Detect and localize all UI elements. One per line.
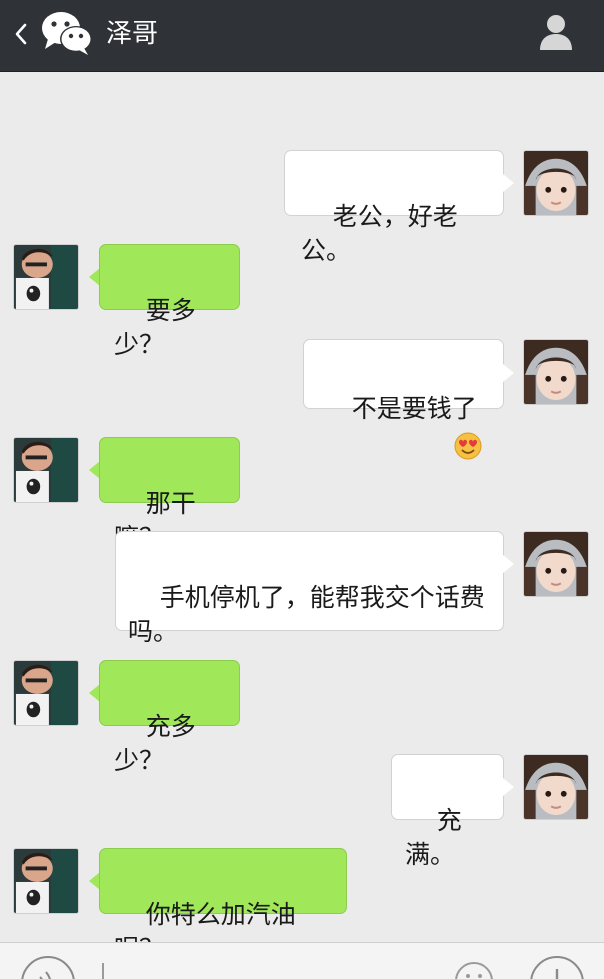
chat-screen: 泽哥 老公，好老公。 要多少？ 不是要钱了 那干 手机停机了，能帮我交个话费 吗… (0, 0, 604, 979)
message-text: 要多少？ (114, 296, 196, 359)
input-cursor[interactable] (102, 963, 104, 979)
avatar-contact[interactable] (13, 660, 79, 726)
bubble-tail (503, 778, 514, 796)
message-bubble-left[interactable]: 要多少？ (99, 244, 240, 359)
message-bubble-right[interactable]: 不是要钱了 (303, 339, 504, 460)
message-bubble-right[interactable]: 老公，好老公。 (284, 150, 504, 265)
back-chevron-icon[interactable] (10, 12, 32, 56)
input-bar (0, 942, 604, 979)
chat-title: 泽哥 (106, 19, 159, 49)
message-text: 手机停机了，能帮我交个话费 吗。 (128, 583, 485, 646)
wechat-logo-icon (40, 9, 94, 57)
avatar-self[interactable] (523, 150, 589, 216)
message-bubble-left[interactable]: 那干嘛？ (99, 437, 240, 552)
bubble-tail (503, 174, 514, 192)
plus-more-icon[interactable] (529, 955, 585, 979)
message-text: 充多少？ (114, 712, 196, 775)
heart-eyes-emoji-icon (454, 364, 482, 460)
message-bubble-right[interactable]: 手机停机了，能帮我交个话费 吗。 (115, 531, 504, 646)
message-bubble-right[interactable]: 充满。 (391, 754, 504, 869)
emoji-icon[interactable] (454, 961, 494, 979)
profile-icon[interactable] (538, 13, 574, 51)
avatar-contact[interactable] (13, 244, 79, 310)
avatar-self[interactable] (523, 754, 589, 820)
bubble-tail (503, 364, 514, 382)
voice-input-icon[interactable] (20, 955, 76, 979)
avatar-contact[interactable] (13, 848, 79, 914)
message-bubble-left[interactable]: 充多少？ (99, 660, 240, 775)
bubble-tail (503, 555, 514, 573)
message-text: 充满。 (405, 806, 462, 869)
avatar-contact[interactable] (13, 437, 79, 503)
avatar-self[interactable] (523, 339, 589, 405)
chat-header: 泽哥 (0, 0, 604, 72)
message-bubble-left[interactable]: 你特么加汽油呢？ (99, 848, 347, 963)
avatar-self[interactable] (523, 531, 589, 597)
message-text: 老公，好老公。 (301, 202, 458, 265)
